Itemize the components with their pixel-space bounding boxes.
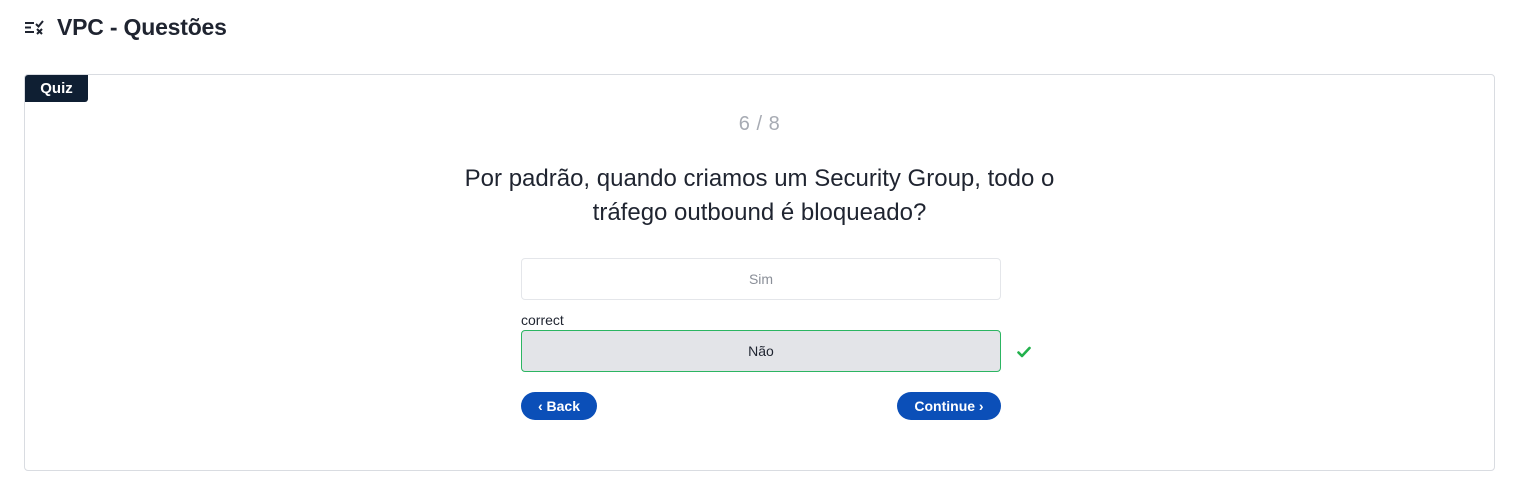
page-title: VPC - Questões [57,13,227,40]
quiz-card: Quiz 6 / 8 Por padrão, quando criamos um… [24,74,1495,471]
answer-option-nao[interactable]: Não [521,330,1001,372]
checklist-icon [25,18,47,36]
back-button[interactable]: ‹ Back [521,392,597,420]
answer-option-sim[interactable]: Sim [521,258,1001,300]
question-progress: 6 / 8 [738,113,781,135]
continue-button[interactable]: Continue › [897,392,1001,420]
correct-label: correct [521,312,564,328]
answer-label: Sim [748,271,774,287]
page-header: VPC - Questões [25,12,227,42]
checkmark-icon [1017,345,1031,358]
question-text: Por padrão, quando criamos um Security G… [25,162,1494,230]
answer-label: Não [748,343,774,359]
quiz-badge: Quiz [25,75,88,102]
question-line-1: Por padrão, quando criamos um Security G… [464,165,1055,192]
question-line-2: tráfego outbound é bloqueado? [592,199,927,226]
